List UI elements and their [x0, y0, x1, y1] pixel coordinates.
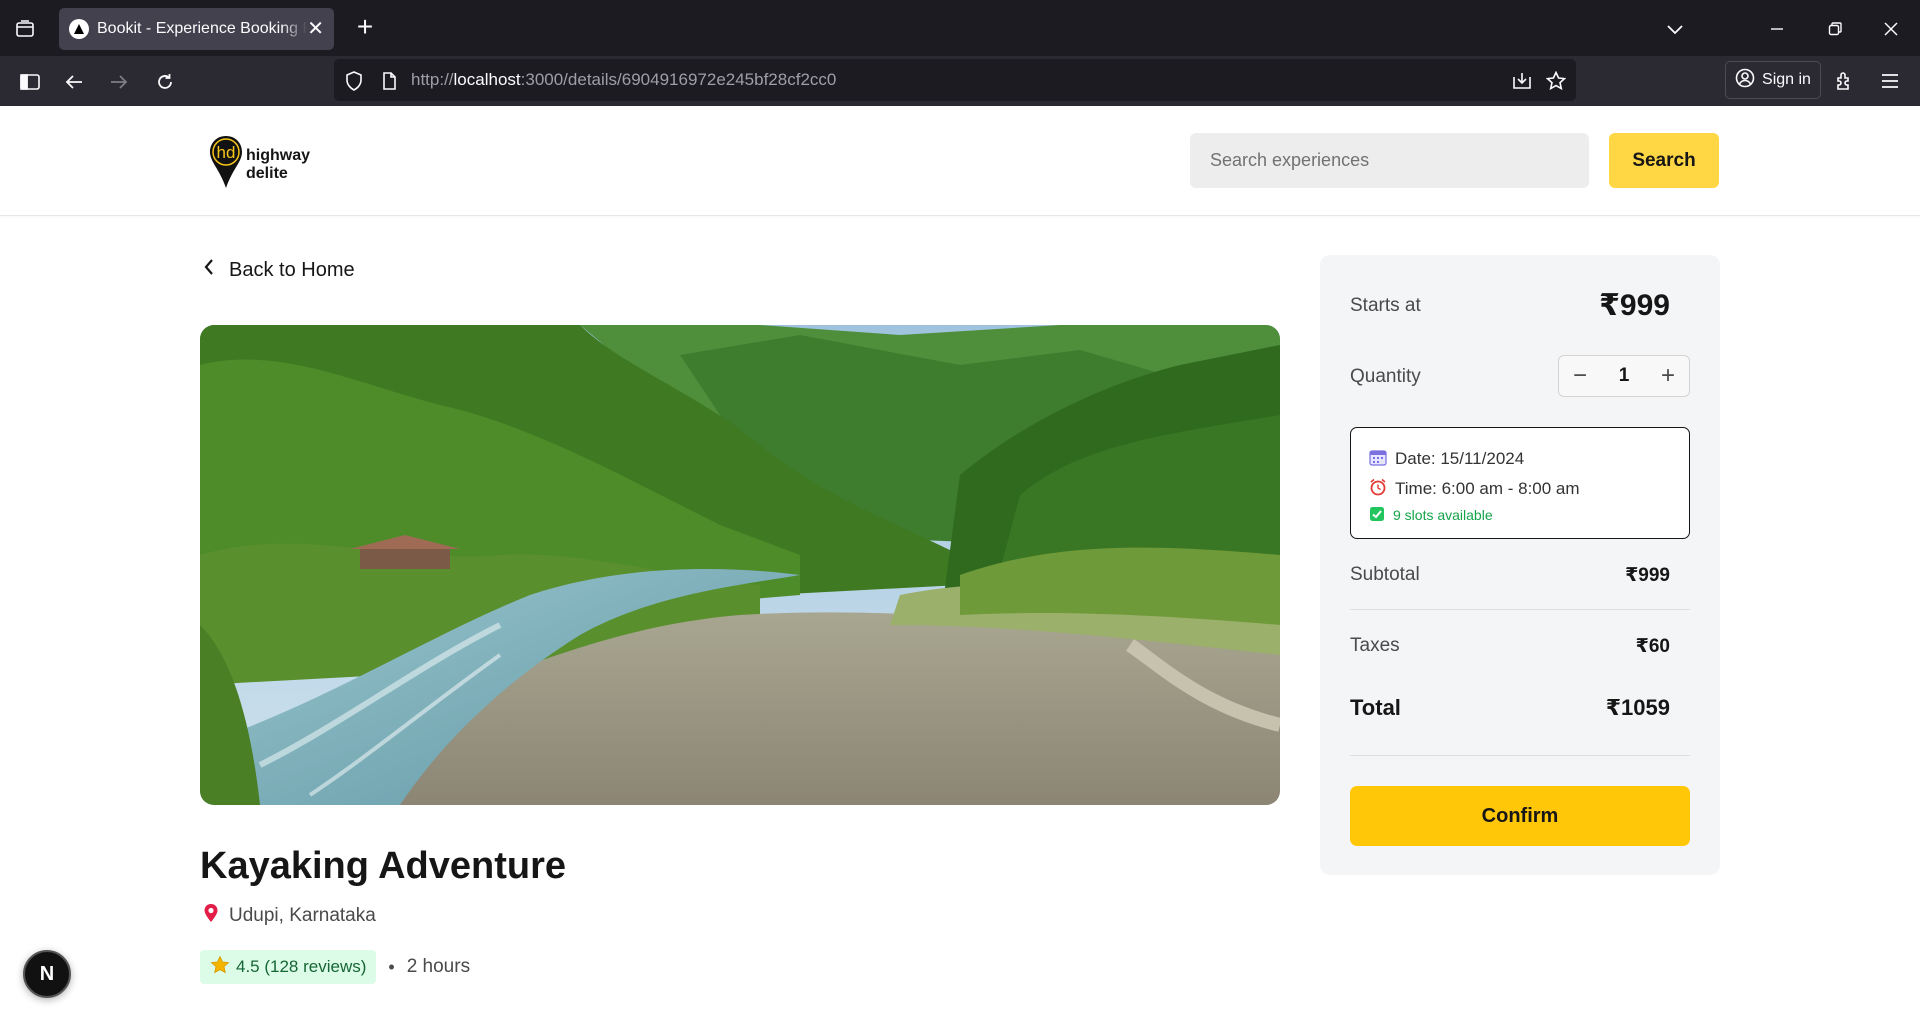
browser-tab-bar: Bookit - Experience Booking Platform ✕ + [0, 0, 1920, 56]
location: Udupi, Karnataka [203, 903, 376, 929]
logo-mark: hd [217, 143, 236, 162]
subtotal-label: Subtotal [1350, 564, 1420, 585]
divider [1350, 755, 1690, 756]
minimize-icon[interactable] [1762, 14, 1792, 44]
quantity-stepper[interactable]: − 1 + [1558, 355, 1690, 397]
total-label: Total [1350, 695, 1401, 720]
quantity-value: 1 [1618, 365, 1630, 386]
calendar-icon [1369, 448, 1387, 471]
close-window-icon[interactable] [1876, 14, 1906, 44]
forward-arrow-icon[interactable] [105, 69, 133, 95]
selected-slot-box[interactable]: Date: 15/11/2024 Time: 6:00 am - 8:00 am… [1350, 427, 1690, 539]
url-text[interactable]: http://localhost:3000/details/6904916972… [411, 70, 836, 90]
back-label: Back to Home [229, 258, 355, 281]
location-pin-icon [203, 903, 219, 929]
rating-badge: 4.5 (128 reviews) [200, 950, 377, 984]
slot-date: Date: 15/11/2024 [1369, 444, 1671, 474]
starts-at-label: Starts at [1350, 295, 1421, 316]
quantity-label: Quantity [1350, 366, 1421, 387]
duration-label: 2 hours [406, 956, 471, 977]
restore-icon[interactable] [1820, 14, 1850, 44]
increment-button[interactable]: + [1661, 364, 1675, 388]
favicon-icon [69, 19, 89, 39]
new-tab-icon[interactable]: + [350, 11, 380, 42]
account-icon [1735, 68, 1755, 93]
decrement-button[interactable]: − [1573, 364, 1587, 388]
shield-icon[interactable] [342, 69, 366, 93]
tab-title: Bookit - Experience Booking Platform [97, 20, 307, 37]
divider [1350, 609, 1690, 610]
extensions-icon[interactable] [1832, 68, 1858, 94]
bookmark-star-icon[interactable] [1543, 68, 1569, 94]
slot-time: Time: 6:00 am - 8:00 am [1369, 474, 1671, 504]
back-arrow-icon[interactable] [60, 69, 88, 95]
subtotal-value: ₹999 [1625, 565, 1670, 586]
experience-title: Kayaking Adventure [200, 845, 567, 887]
back-to-home-link[interactable]: Back to Home [203, 258, 355, 282]
sidebar-toggle-icon[interactable] [16, 69, 44, 95]
starts-at-price: ₹999 [1599, 289, 1670, 322]
logo[interactable]: hd highway delite [208, 134, 310, 195]
confirm-button[interactable]: Confirm [1350, 786, 1690, 846]
slot-time-label: Time: 6:00 am - 8:00 am [1395, 479, 1580, 498]
taxes-value: ₹60 [1635, 636, 1670, 657]
tab-overflow-chevron-icon[interactable] [1660, 14, 1690, 44]
page-info-icon[interactable] [377, 69, 401, 93]
total-value: ₹1059 [1605, 695, 1670, 720]
sign-in-button[interactable]: Sign in [1725, 61, 1821, 99]
menu-hamburger-icon[interactable] [1877, 68, 1903, 94]
tab-close-icon[interactable]: ✕ [307, 19, 324, 39]
download-icon[interactable] [1509, 68, 1535, 94]
slot-availability: 9 slots available [1369, 504, 1671, 526]
alarm-clock-icon [1369, 478, 1387, 501]
slots-available-label: 9 slots available [1393, 507, 1493, 523]
experience-hero-image [200, 325, 1280, 805]
tab-list-icon[interactable] [12, 16, 38, 42]
rating-label: 4.5 (128 reviews) [236, 957, 367, 976]
reload-icon[interactable] [151, 69, 179, 95]
slot-date-label: Date: 15/11/2024 [1395, 449, 1525, 468]
search-input[interactable] [1190, 133, 1589, 188]
location-label: Udupi, Karnataka [229, 905, 376, 926]
nextjs-dev-badge[interactable]: N [23, 950, 71, 998]
tab-active[interactable]: Bookit - Experience Booking Platform ✕ [59, 8, 334, 50]
check-box-icon [1369, 506, 1385, 525]
experience-meta: 4.5 (128 reviews) • 2 hours [200, 950, 470, 984]
star-icon [210, 955, 230, 980]
taxes-label: Taxes [1350, 635, 1400, 656]
meta-separator: • [388, 956, 395, 977]
search-button[interactable]: Search [1609, 133, 1719, 188]
logo-line-1: highway [246, 146, 311, 164]
logo-line-2: delite [246, 164, 288, 182]
sign-in-label: Sign in [1762, 71, 1811, 88]
logo-pin-icon: hd [208, 134, 244, 195]
chevron-left-icon [203, 258, 215, 282]
